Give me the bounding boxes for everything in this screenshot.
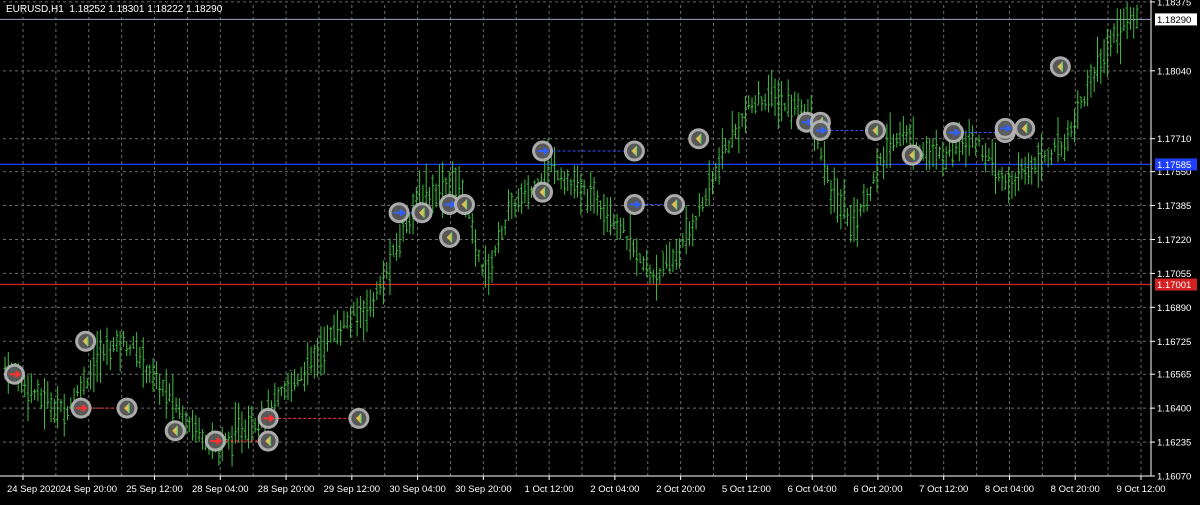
x-tick-label: 30 Sep 04:00: [389, 484, 446, 495]
x-tick-label: 2 Oct 04:00: [590, 484, 639, 495]
x-tick-label: 2 Oct 20:00: [656, 484, 705, 495]
y-tick-label: 1.17055: [1157, 269, 1191, 280]
symbol-timeframe: EURUSD,H1: [6, 4, 64, 15]
x-tick-label: 29 Sep 12:00: [324, 484, 381, 495]
x-tick-label: 6 Oct 04:00: [788, 484, 837, 495]
y-tick-label: 1.17710: [1157, 134, 1191, 145]
axes: 1.183751.180401.177101.175501.173851.172…: [0, 0, 1197, 495]
x-tick-label: 30 Sep 20:00: [455, 484, 512, 495]
x-tick-label: 25 Sep 12:00: [126, 484, 183, 495]
trade-markers: [3, 56, 1071, 452]
grid: [3, 1, 1151, 477]
x-tick-label: 28 Sep 20:00: [258, 484, 315, 495]
y-tick-label: 1.17385: [1157, 201, 1191, 212]
symbol-ohlc-header: EURUSD,H1 1.18252 1.18301 1.18222 1.1829…: [6, 4, 222, 15]
y-tick-label: 1.18375: [1157, 0, 1191, 8]
x-tick-label: 9 Oct 12:00: [1116, 484, 1165, 495]
y-tick-label: 1.16070: [1157, 472, 1191, 483]
level-price-label: 1.17001: [1157, 280, 1191, 291]
y-tick-label: 1.16400: [1157, 404, 1191, 415]
y-tick-label: 1.17220: [1157, 235, 1191, 246]
x-tick-label: 8 Oct 04:00: [985, 484, 1034, 495]
y-tick-label: 1.16890: [1157, 303, 1191, 314]
candles: [3, 2, 1139, 467]
level-price-label: 1.17585: [1157, 160, 1191, 171]
x-tick-label: 24 Sep 20:00: [60, 484, 117, 495]
x-tick-label: 1 Oct 12:00: [525, 484, 574, 495]
y-tick-label: 1.18040: [1157, 66, 1191, 77]
x-tick-label: 7 Oct 12:00: [919, 484, 968, 495]
x-tick-label: 8 Oct 20:00: [1051, 484, 1100, 495]
chart-area[interactable]: 1.18375 1.18040 1.17710 1.17550 1.17385 1.172…: [0, 0, 1200, 500]
x-tick-label: 24 Sep 2020: [7, 484, 61, 495]
y-tick-label: 1.16235: [1157, 438, 1191, 449]
y-tick-label: 1.16565: [1157, 370, 1191, 381]
x-tick-label: 5 Oct 12:00: [722, 484, 771, 495]
x-tick-label: 28 Sep 04:00: [192, 484, 249, 495]
y-tick-label: 1.16725: [1157, 337, 1191, 348]
current-price-label: 1.18290: [1157, 15, 1191, 26]
ohlc-values: 1.18252 1.18301 1.18222 1.18290: [69, 4, 223, 15]
x-tick-label: 6 Oct 20:00: [853, 484, 902, 495]
horizontal-lines: [0, 18, 1151, 286]
price-chart[interactable]: 1.183751.180401.177101.175501.173851.172…: [0, 0, 1200, 500]
